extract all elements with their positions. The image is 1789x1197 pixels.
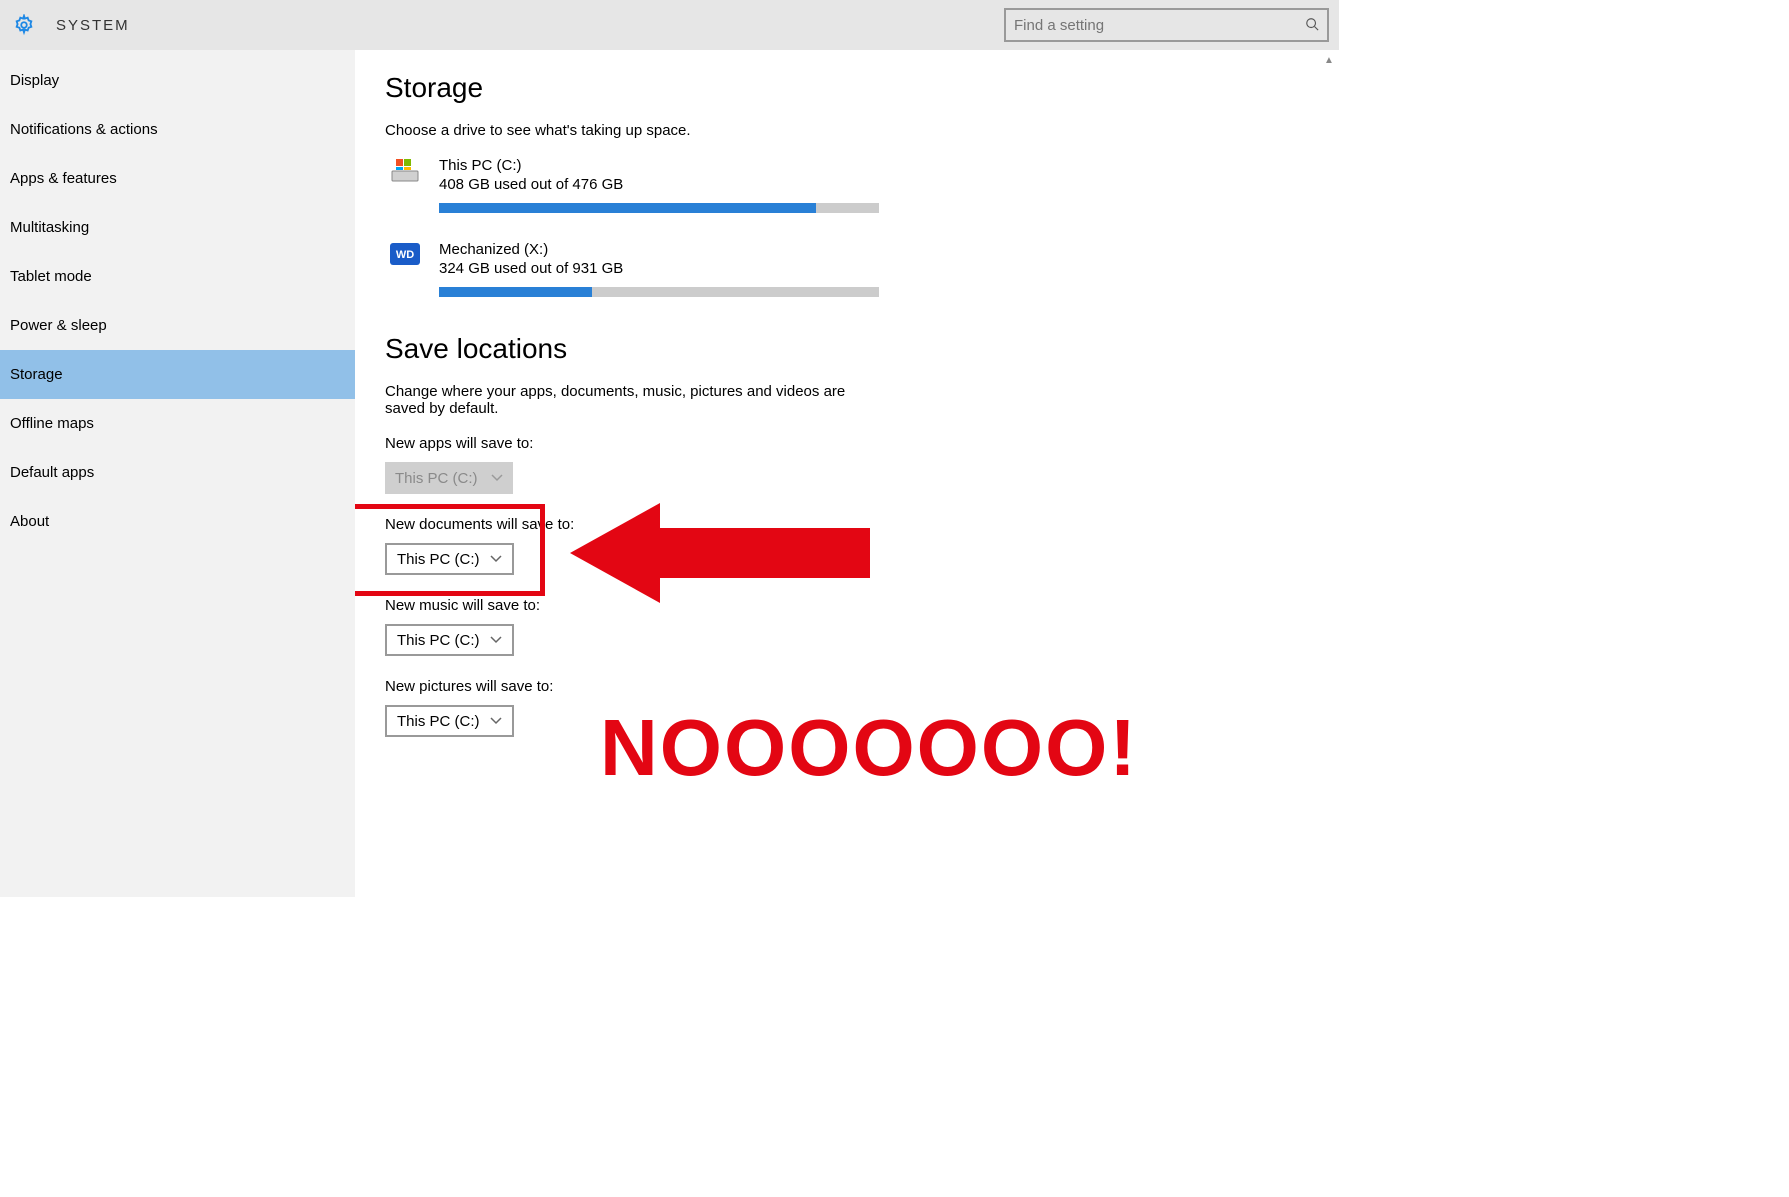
wd-drive-icon: WD — [385, 241, 425, 267]
drive-usage-bar — [439, 287, 879, 297]
save-locations-heading: Save locations — [385, 333, 1309, 365]
sidebar: DisplayNotifications & actionsApps & fea… — [0, 50, 355, 897]
chevron-down-icon — [490, 633, 502, 647]
drive-usage: 324 GB used out of 931 GB — [439, 260, 879, 277]
chevron-down-icon — [490, 552, 502, 566]
search-input[interactable] — [1014, 17, 1305, 34]
dropdown-value: This PC (C:) — [397, 632, 480, 649]
drive-row[interactable]: This PC (C:) 408 GB used out of 476 GB — [385, 157, 1309, 213]
save-location-setting: New apps will save to: This PC (C:) — [385, 435, 1309, 494]
sidebar-item-multitasking[interactable]: Multitasking — [0, 203, 355, 252]
save-location-setting: New documents will save to: This PC (C:) — [385, 516, 1309, 575]
sidebar-item-tablet-mode[interactable]: Tablet mode — [0, 252, 355, 301]
chevron-down-icon — [491, 471, 503, 485]
window-header: SYSTEM — [0, 0, 1339, 50]
storage-subtext: Choose a drive to see what's taking up s… — [385, 122, 885, 139]
scrollbar-up-icon[interactable]: ▲ — [1321, 52, 1337, 68]
sidebar-item-storage[interactable]: Storage — [0, 350, 355, 399]
svg-text:WD: WD — [396, 249, 414, 261]
search-icon — [1305, 17, 1319, 34]
chevron-down-icon — [490, 714, 502, 728]
header-title: SYSTEM — [56, 17, 130, 34]
save-location-label: New apps will save to: — [385, 435, 1309, 452]
drive-row[interactable]: WD Mechanized (X:) 324 GB used out of 931 … — [385, 241, 1309, 297]
gear-icon[interactable] — [12, 13, 36, 37]
save-location-dropdown: This PC (C:) — [385, 462, 513, 494]
save-location-setting: New pictures will save to: This PC (C:) — [385, 678, 1309, 737]
drive-usage: 408 GB used out of 476 GB — [439, 176, 879, 193]
sidebar-item-display[interactable]: Display — [0, 56, 355, 105]
save-location-label: New pictures will save to: — [385, 678, 1309, 695]
save-location-dropdown[interactable]: This PC (C:) — [385, 543, 514, 575]
save-location-setting: New music will save to: This PC (C:) — [385, 597, 1309, 656]
search-box[interactable] — [1004, 8, 1329, 42]
save-location-dropdown[interactable]: This PC (C:) — [385, 705, 514, 737]
drive-name: This PC (C:) — [439, 157, 879, 174]
content-area: ▲ Storage Choose a drive to see what's t… — [355, 50, 1339, 897]
sidebar-item-default-apps[interactable]: Default apps — [0, 448, 355, 497]
sidebar-item-offline-maps[interactable]: Offline maps — [0, 399, 355, 448]
windows-drive-icon — [385, 157, 425, 185]
dropdown-value: This PC (C:) — [397, 713, 480, 730]
drive-usage-bar — [439, 203, 879, 213]
save-locations-subtext: Change where your apps, documents, music… — [385, 383, 885, 417]
sidebar-item-notifications-actions[interactable]: Notifications & actions — [0, 105, 355, 154]
dropdown-value: This PC (C:) — [397, 551, 480, 568]
sidebar-item-power-sleep[interactable]: Power & sleep — [0, 301, 355, 350]
sidebar-item-about[interactable]: About — [0, 497, 355, 546]
save-location-dropdown[interactable]: This PC (C:) — [385, 624, 514, 656]
drive-name: Mechanized (X:) — [439, 241, 879, 258]
save-location-label: New music will save to: — [385, 597, 1309, 614]
dropdown-value: This PC (C:) — [395, 470, 478, 487]
sidebar-item-apps-features[interactable]: Apps & features — [0, 154, 355, 203]
save-location-label: New documents will save to: — [385, 516, 1309, 533]
storage-heading: Storage — [385, 72, 1309, 104]
